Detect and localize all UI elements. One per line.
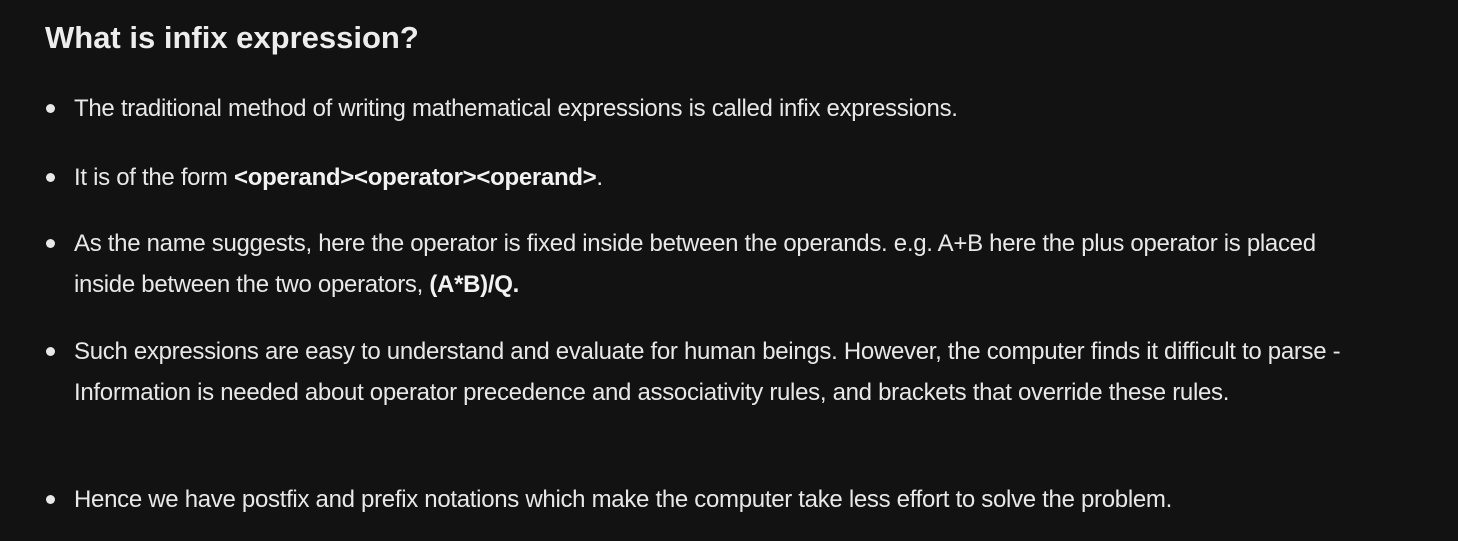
list-item-text: As the name suggests, here the operator … [74, 230, 1316, 298]
list-item: Such expressions are easy to understand … [46, 331, 1364, 413]
bullet-dot-icon [46, 347, 55, 356]
list-item-text: Such expressions are easy to understand … [74, 338, 1341, 406]
list-item-bold-text: <operand><operator><operand> [234, 164, 597, 191]
list-item-bold-text: (A*B)/Q. [429, 271, 519, 298]
list-item: Hence we have postfix and prefix notatio… [46, 479, 1374, 520]
list-item-text-suffix: . [596, 164, 603, 191]
article-section: What is infix expression? The traditiona… [0, 0, 1458, 541]
bullet-dot-icon [46, 495, 55, 504]
list-item-text: The traditional method of writing mathem… [74, 95, 958, 122]
bullet-dot-icon [46, 239, 55, 248]
list-item: As the name suggests, here the operator … [46, 223, 1334, 305]
list-item-text: It is of the form [74, 164, 234, 191]
list-item: The traditional method of writing mathem… [46, 88, 1374, 129]
bullet-dot-icon [46, 104, 55, 113]
section-heading: What is infix expression? [45, 20, 419, 55]
list-item-text: Hence we have postfix and prefix notatio… [74, 486, 1172, 513]
bullet-dot-icon [46, 173, 55, 182]
list-item: It is of the form <operand><operator><op… [46, 157, 1374, 198]
